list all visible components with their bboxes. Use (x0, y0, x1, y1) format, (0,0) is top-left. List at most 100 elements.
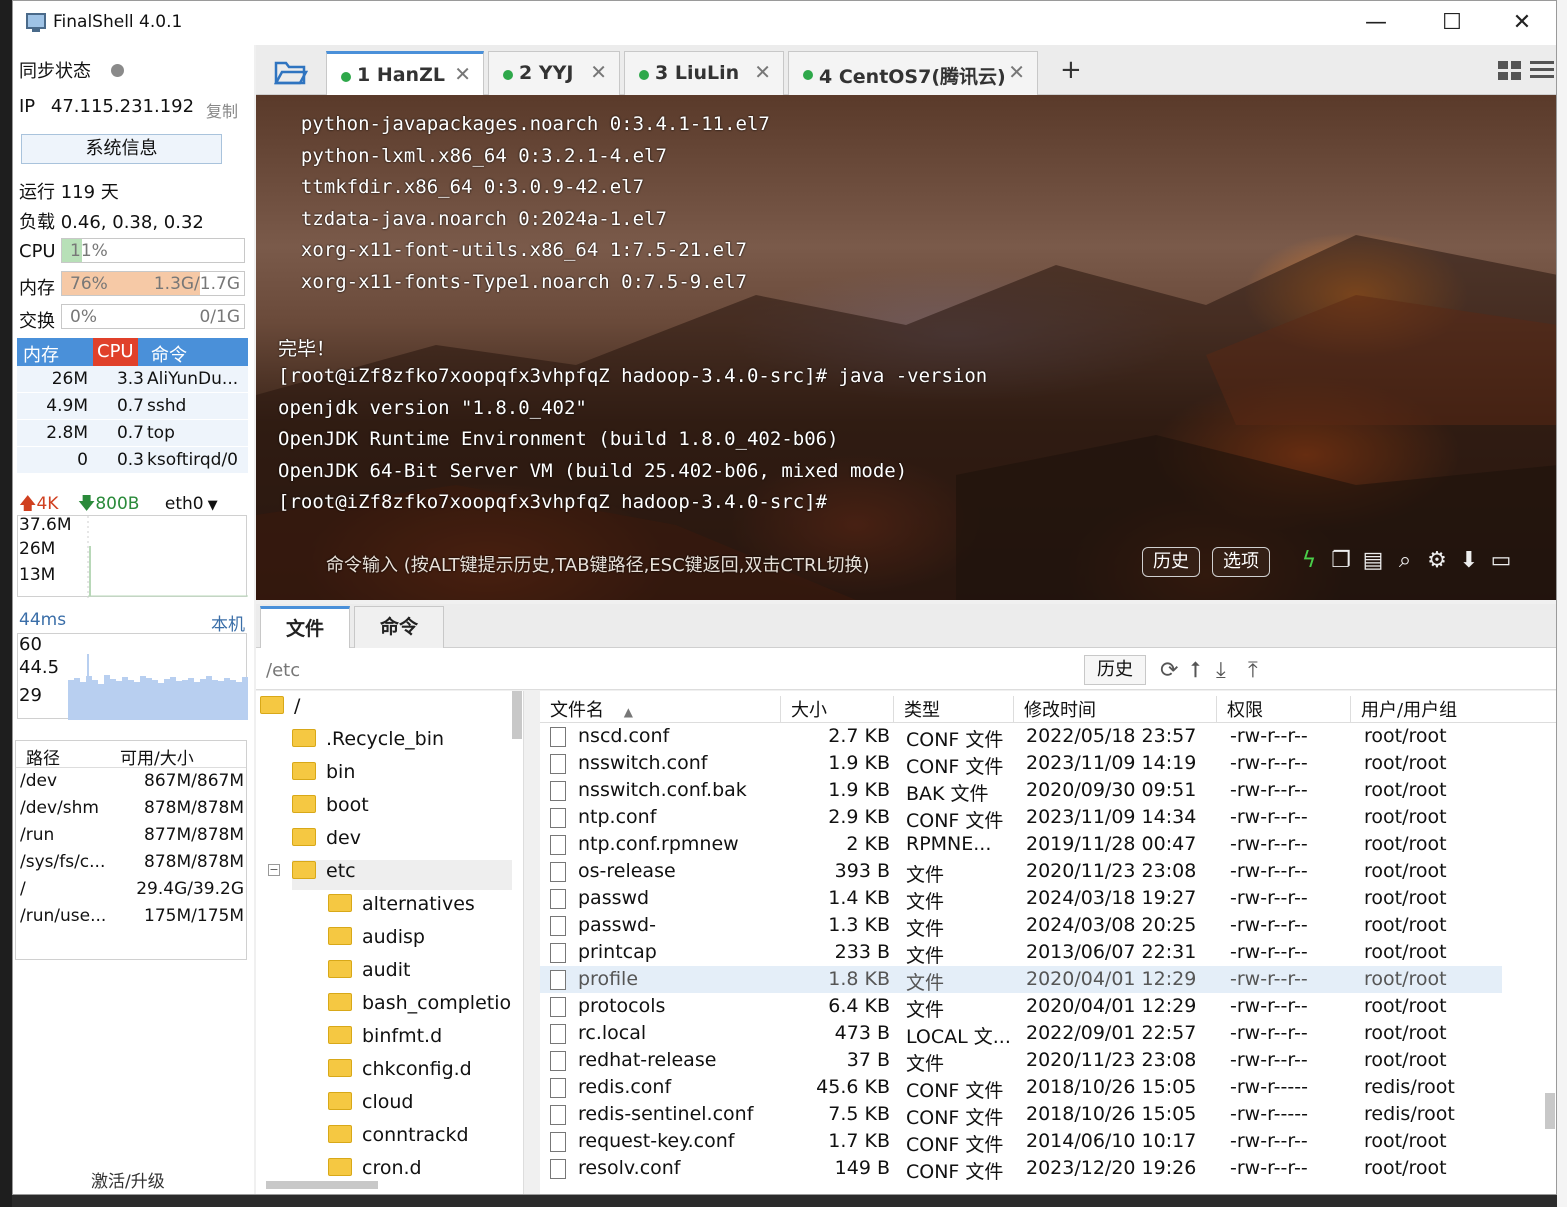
col-header-perm[interactable]: 权限 (1216, 696, 1263, 722)
layout-grid-icon[interactable] (1498, 61, 1522, 85)
close-tab-icon[interactable]: ✕ (454, 62, 471, 86)
file-row[interactable]: protocols 6.4 KB 文件 2020/04/01 12:29 -rw-r--… (540, 993, 1502, 1021)
file-row[interactable]: printcap 233 B 文件 2013/06/07 22:31 -rw-r--r-… (540, 939, 1502, 967)
minimize-button[interactable]: — (1353, 7, 1399, 39)
menu-icon[interactable] (1530, 59, 1554, 85)
file-row[interactable]: rc.local 473 B LOCAL 文... 2022/09/01 22:57 -… (540, 1020, 1502, 1048)
options-button[interactable]: 选项 (1212, 547, 1270, 577)
disk-row[interactable]: /dev 867M/867M (16, 768, 246, 795)
process-row[interactable]: 2.8M 0.7 top (17, 420, 248, 447)
tab-commands[interactable]: 命令 (354, 606, 444, 648)
tree-item[interactable]: binfmt.d (328, 1025, 442, 1055)
proc-header-cmd[interactable]: 命令 (151, 341, 187, 367)
disk-row[interactable]: / 29.4G/39.2G (16, 876, 246, 903)
search-icon[interactable]: ⌕ (1392, 547, 1418, 575)
paste-icon[interactable]: ▤ (1360, 547, 1386, 575)
file-row[interactable]: ntp.conf 2.9 KB CONF 文件 2023/11/09 14:34 -rw… (540, 804, 1502, 832)
close-tab-icon[interactable]: ✕ (1008, 60, 1025, 84)
disk-header-path[interactable]: 路径 (26, 744, 60, 769)
folder-icon (328, 1157, 352, 1176)
system-info-button[interactable]: 系统信息 (21, 134, 222, 164)
col-header-owner[interactable]: 用户/用户组 (1350, 696, 1457, 722)
proc-header-cpu[interactable]: CPU (93, 338, 138, 366)
file-row[interactable]: ntp.conf.rpmnew 2 KB RPMNE... 2019/11/28 00… (540, 831, 1502, 858)
tree-hscrollbar[interactable] (266, 1181, 378, 1189)
download-file-icon[interactable]: ⤓ (1216, 658, 1226, 683)
file-row[interactable]: profile 1.8 KB 文件 2020/04/01 12:29 -rw-r--r-… (540, 966, 1502, 994)
proc-header-mem[interactable]: 内存 (23, 341, 59, 367)
tree-item[interactable]: bin (292, 761, 355, 791)
file-row[interactable]: redis-sentinel.conf 7.5 KB CONF 文件 2018/10/… (540, 1101, 1502, 1129)
tree-scrollbar[interactable] (512, 691, 522, 739)
tree-item[interactable]: conntrackd (328, 1124, 469, 1154)
file-row[interactable]: nsswitch.conf.bak 1.9 KB BAK 文件 2020/09/30 … (540, 777, 1502, 805)
tree-item[interactable]: cloud (328, 1091, 413, 1121)
tree-item[interactable]: chkconfig.d (328, 1058, 472, 1088)
app-icon (26, 13, 46, 32)
activate-upgrade-link[interactable]: 激活/升级 (91, 1167, 165, 1192)
copy-icon[interactable]: ❐ (1328, 547, 1354, 575)
session-tab[interactable]: 3 LiuLin ✕ (624, 51, 784, 95)
path-history-button[interactable]: 历史 (1084, 655, 1146, 685)
chevron-down-icon[interactable]: ▼ (208, 498, 218, 513)
tree-item[interactable]: etc − (268, 860, 512, 890)
tree-item[interactable]: alternatives (328, 893, 475, 923)
lightning-icon[interactable]: ϟ (1296, 547, 1322, 575)
process-row[interactable]: 4.9M 0.7 sshd (17, 393, 248, 420)
file-row[interactable]: resolv.conf 149 B CONF 文件 2023/12/20 19:26 -… (540, 1155, 1502, 1183)
file-list-scrollbar[interactable] (1545, 1093, 1555, 1129)
col-header-size[interactable]: 大小 (780, 696, 827, 722)
tree-item[interactable]: / (260, 695, 300, 725)
close-tab-icon[interactable]: ✕ (590, 60, 607, 84)
history-button[interactable]: 历史 (1142, 547, 1200, 577)
tree-item[interactable]: bash_completio (328, 992, 511, 1022)
window-icon[interactable]: ▭ (1488, 547, 1514, 575)
file-row[interactable]: request-key.conf 1.7 KB CONF 文件 2014/06/10 … (540, 1128, 1502, 1156)
col-header-mtime[interactable]: 修改时间 (1013, 696, 1096, 722)
maximize-button[interactable]: ☐ (1429, 7, 1475, 39)
file-row[interactable]: redis.conf 45.6 KB CONF 文件 2018/10/26 15:05… (540, 1074, 1502, 1102)
file-row[interactable]: os-release 393 B 文件 2020/11/23 23:08 -rw-r--… (540, 858, 1502, 886)
upload-file-icon[interactable]: ⤒ (1248, 658, 1258, 683)
file-row[interactable]: redhat-release 37 B 文件 2020/11/23 23:08 -rw-… (540, 1047, 1502, 1075)
process-row[interactable]: 0 0.3 ksoftirqd/0 (17, 447, 248, 474)
path-input[interactable]: /etc (266, 660, 300, 681)
tab-files[interactable]: 文件 (260, 606, 350, 648)
disk-table-header: 路径 可用/大小 (16, 741, 246, 769)
open-folder-icon[interactable] (273, 59, 309, 89)
session-tab[interactable]: 1 HanZL ✕ (326, 51, 484, 95)
tree-item[interactable]: audisp (328, 926, 425, 956)
disk-row[interactable]: /run/use... 175M/175M (16, 903, 246, 930)
gear-icon[interactable]: ⚙ (1424, 547, 1450, 575)
col-header-type[interactable]: 类型 (893, 696, 940, 722)
session-tab[interactable]: 4 CentOS7(腾讯云) ✕ (788, 51, 1038, 95)
session-tab[interactable]: 2 YYJ ✕ (488, 51, 620, 95)
file-owner: root/root (1364, 752, 1447, 774)
download-icon[interactable]: ⬇ (1456, 547, 1482, 575)
terminal-area[interactable]: python-javapackages.noarch 0:3.4.1-11.el… (256, 95, 1556, 600)
tree-item[interactable]: .Recycle_bin (292, 728, 444, 758)
refresh-icon[interactable]: ⟳ (1160, 658, 1178, 683)
disk-row[interactable]: /sys/fs/c... 878M/878M (16, 849, 246, 876)
close-tab-icon[interactable]: ✕ (754, 60, 771, 84)
disk-row[interactable]: /run 877M/878M (16, 822, 246, 849)
process-row[interactable]: 26M 3.3 AliYunDu... (17, 366, 248, 393)
file-row[interactable]: nscd.conf 2.7 KB CONF 文件 2022/05/18 23:57 -r… (540, 723, 1502, 751)
tree-item[interactable]: audit (328, 959, 410, 989)
col-header-name[interactable]: 文件名 ▲ (540, 696, 633, 722)
file-row[interactable]: nsswitch.conf 1.9 KB CONF 文件 2023/11/09 14:… (540, 750, 1502, 778)
disk-header-size[interactable]: 可用/大小 (120, 744, 194, 769)
file-row[interactable]: passwd 1.4 KB 文件 2024/03/18 19:27 -rw-r--r--… (540, 885, 1502, 913)
add-tab-icon[interactable]: + (1060, 55, 1082, 85)
collapse-icon[interactable]: − (268, 864, 280, 876)
tree-item[interactable]: boot (292, 794, 369, 824)
copy-ip-button[interactable]: 复制 (206, 98, 238, 122)
close-button[interactable]: ✕ (1499, 7, 1545, 39)
tree-item[interactable]: dev (292, 827, 361, 857)
up-directory-icon[interactable]: ⭡ (1190, 658, 1200, 683)
command-input-hint[interactable]: 命令输入 (按ALT键提示历史,TAB键路径,ESC键返回,双击CTRL切换) (326, 551, 870, 577)
folder-icon (260, 695, 284, 714)
net-interface[interactable]: eth0 (165, 494, 204, 514)
file-row[interactable]: passwd- 1.3 KB 文件 2024/03/08 20:25 -rw-r--r-… (540, 912, 1502, 940)
disk-row[interactable]: /dev/shm 878M/878M (16, 795, 246, 822)
